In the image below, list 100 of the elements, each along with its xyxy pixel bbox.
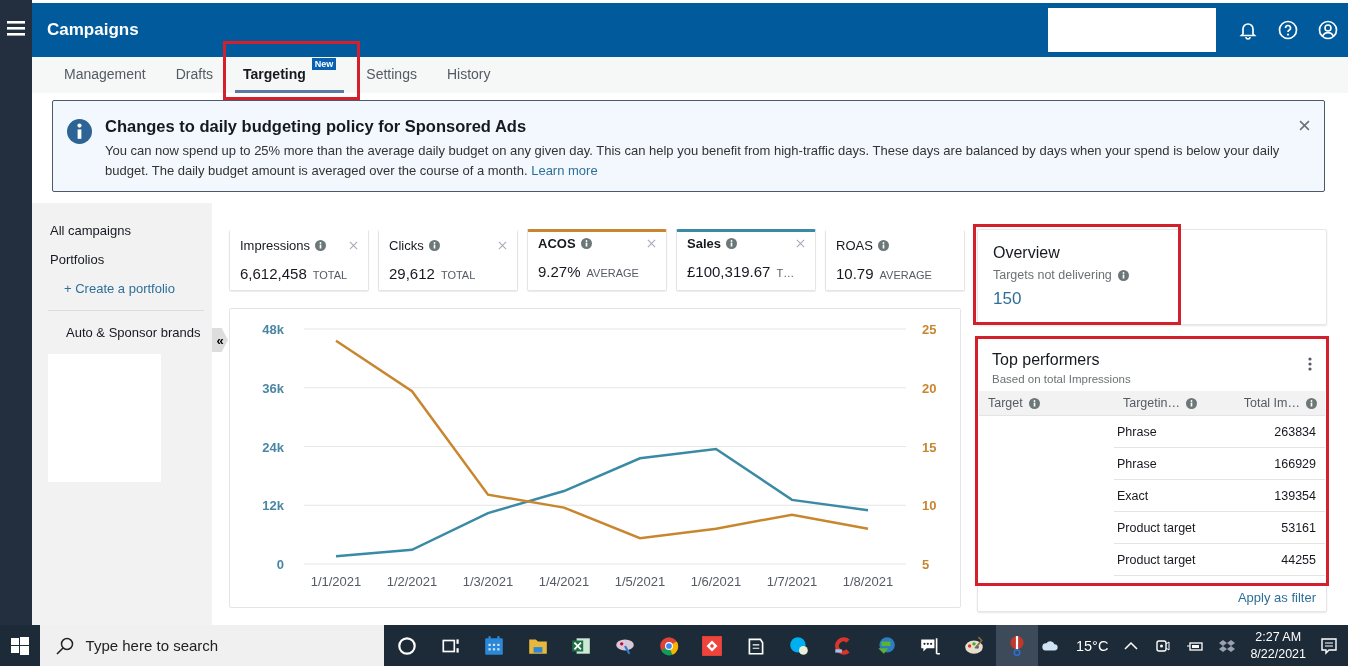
bell-icon[interactable] xyxy=(1238,20,1258,40)
column-header[interactable]: Total Im… xyxy=(1243,396,1300,410)
axis-label: 0 xyxy=(276,557,284,572)
clock-time[interactable]: 2:27 AM xyxy=(1250,628,1306,646)
banner-title: Changes to daily budgeting policy for Sponsored Ads xyxy=(105,117,528,136)
calendar-icon[interactable] xyxy=(483,634,506,657)
sidebar-item[interactable]: Auto & Sponsor brands xyxy=(50,325,212,340)
axis-label: 20 xyxy=(922,380,937,396)
page-title: Campaigns xyxy=(47,20,140,40)
sidebar-item[interactable]: Portfolios xyxy=(50,252,212,267)
metric-label: ACOS xyxy=(538,236,576,251)
column-header[interactable]: Targetin… xyxy=(1123,396,1180,410)
weather-temperature[interactable]: 15°C xyxy=(1076,637,1109,654)
banner-text: You can now spend up to 25% more than the average daily budget on any given day. This can help you benefit from high-traffic days. These days are balanced by days when your spend is below your daily budget. The daily budget amount is averaged over the course of a month. Learn more xyxy=(105,142,1281,180)
metric-value: 29,612 xyxy=(389,265,435,282)
table-cell: Exact xyxy=(1114,480,1219,512)
tab[interactable]: Drafts xyxy=(167,57,222,93)
taskbar-search-field[interactable]: Type here to search xyxy=(39,625,385,666)
metric-card[interactable]: ACOS 9.27% AVERAGE xyxy=(527,229,667,291)
table-cell: Phrase xyxy=(1114,416,1219,448)
collapse-button[interactable]: « xyxy=(212,328,228,352)
search-placeholder: Type here to search xyxy=(85,637,219,654)
info-icon xyxy=(67,119,92,144)
metric-card[interactable]: Impressions 6,612,458 TOTAL xyxy=(229,229,369,291)
column-header[interactable]: Target xyxy=(988,396,1023,410)
metric-value: 6,612,458 xyxy=(240,265,307,282)
card-subtitle: Based on total Impressions xyxy=(992,373,1131,385)
table-cell: Product target xyxy=(1114,512,1219,544)
metric-value[interactable]: 150 xyxy=(993,289,1311,309)
info-icon xyxy=(315,240,327,251)
axis-label: 1/5/2021 xyxy=(614,574,666,589)
table-cell: 139354 xyxy=(1219,480,1325,512)
browser-icon[interactable] xyxy=(657,634,680,657)
info-icon xyxy=(1306,397,1317,409)
card-title: Overview xyxy=(993,244,1061,262)
new-badge: New xyxy=(311,58,337,70)
table-cell: 53161 xyxy=(1219,512,1325,544)
help-icon[interactable] xyxy=(1278,20,1298,40)
metric-label: ROAS xyxy=(836,238,873,253)
metric-label: Impressions xyxy=(240,238,311,253)
notification-icon[interactable] xyxy=(1320,636,1338,655)
metric-unit: TOTAL xyxy=(312,269,348,281)
palette-icon[interactable] xyxy=(962,634,985,657)
metric-card[interactable]: Clicks 29,612 TOTAL xyxy=(378,229,518,291)
axis-label: 36k xyxy=(262,380,284,396)
info-icon xyxy=(1117,269,1129,281)
table-cell: Product target xyxy=(1114,544,1219,576)
axis-label: 10 xyxy=(922,498,937,514)
card-title: Top performers xyxy=(992,351,1101,369)
axis-label: 1/8/2021 xyxy=(842,574,894,589)
apply-filter-link[interactable]: Apply as filter xyxy=(1237,590,1316,605)
metric-card[interactable]: ROAS 10.79 AVERAGE xyxy=(825,229,965,291)
more-icon[interactable] xyxy=(1308,357,1312,371)
table-cell: 44255 xyxy=(1219,544,1325,576)
info-icon xyxy=(877,240,889,251)
metric-value: £100,319.67 xyxy=(687,263,771,280)
axis-label: 1/2/2021 xyxy=(386,574,438,589)
tab[interactable]: Management xyxy=(56,57,154,93)
tab[interactable]: Targeting New xyxy=(235,57,345,93)
metric-unit: AVERAGE xyxy=(586,267,639,279)
axis-label: 1/7/2021 xyxy=(766,574,818,589)
search-icon xyxy=(55,636,74,655)
start-icon[interactable] xyxy=(10,636,29,655)
axis-label: 1/6/2021 xyxy=(690,574,742,589)
metric-label: Targets not delivering xyxy=(993,268,1112,282)
metric-value: 10.79 xyxy=(836,265,874,282)
metric-unit: T… xyxy=(776,267,795,279)
info-icon xyxy=(1028,397,1040,409)
metric-label: Sales xyxy=(687,236,721,251)
metric-unit: TOTAL xyxy=(440,269,476,281)
info-icon xyxy=(726,238,737,249)
metric-label: Clicks xyxy=(389,238,424,253)
sidebar-item[interactable]: All campaigns xyxy=(50,223,212,238)
tab[interactable]: History xyxy=(438,57,499,93)
metric-value: 9.27% xyxy=(538,263,581,280)
table-cell: 166929 xyxy=(1219,448,1325,480)
axis-label: 25 xyxy=(922,322,937,337)
learn-more-link[interactable]: Learn more xyxy=(531,163,598,178)
info-icon xyxy=(428,240,440,251)
menu-icon[interactable] xyxy=(7,20,25,36)
user-icon[interactable] xyxy=(1318,20,1338,40)
metric-card[interactable]: Sales £100,319.67 T… xyxy=(676,229,816,291)
remote-icon[interactable] xyxy=(701,634,724,657)
close-icon[interactable] xyxy=(1299,120,1310,131)
table-cell: Phrase xyxy=(1114,448,1219,480)
clock-date[interactable]: 8/22/2021 xyxy=(1250,645,1306,663)
axis-label: 1/3/2021 xyxy=(462,574,514,589)
cortana-icon[interactable] xyxy=(396,634,419,657)
chat-icon[interactable] xyxy=(788,634,811,657)
info-icon xyxy=(580,238,592,249)
metric-unit: AVERAGE xyxy=(879,269,932,281)
axis-label: 5 xyxy=(922,557,930,572)
tab[interactable]: Settings xyxy=(358,57,425,93)
axis-label: 48k xyxy=(262,322,284,337)
axis-label: 1/1/2021 xyxy=(310,574,362,589)
axis-label: 12k xyxy=(262,498,284,514)
create-portfolio-link[interactable]: + Create a portfolio xyxy=(48,281,204,311)
axis-label: 15 xyxy=(922,439,937,455)
table-cell: 263834 xyxy=(1219,416,1325,448)
axis-label: 24k xyxy=(262,439,284,455)
